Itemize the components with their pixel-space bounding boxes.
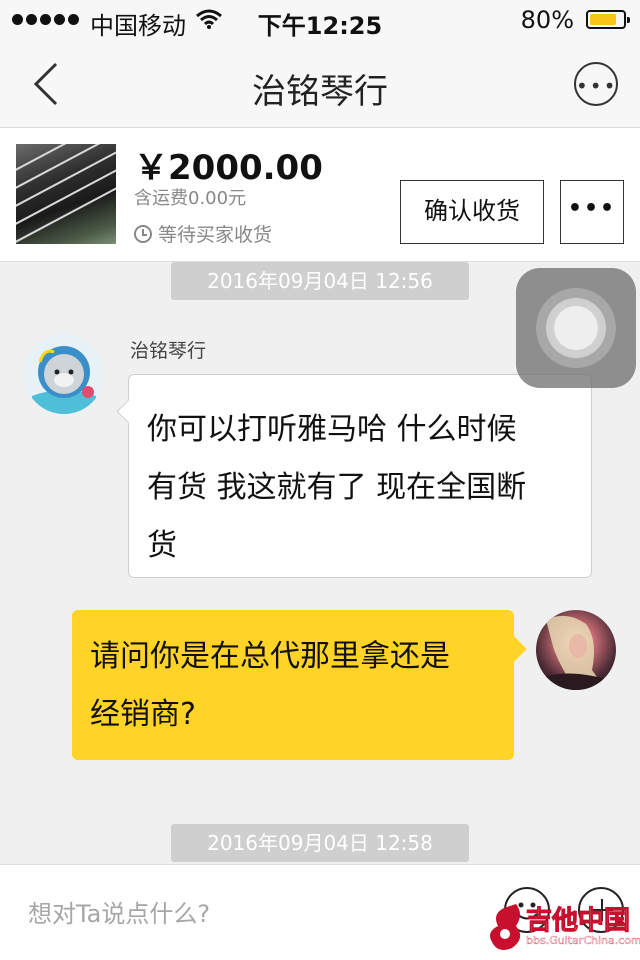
confirm-receipt-button[interactable]: 确认收货: [400, 180, 544, 244]
message-line: 货: [147, 528, 177, 563]
assistive-touch-button[interactable]: [516, 268, 636, 388]
outgoing-message-bubble[interactable]: 请问你是在总代那里拿还是 经销商?: [72, 610, 514, 760]
product-thumbnail[interactable]: [16, 144, 116, 244]
buyer-avatar-image: [536, 615, 616, 690]
buyer-avatar[interactable]: [536, 610, 616, 690]
sender-name: 治铭琴行: [130, 340, 207, 362]
site-watermark: 吉他中国 bbs.GuitarChina.com: [486, 898, 640, 956]
message-line: 请问你是在总代那里拿还是: [90, 639, 450, 674]
message-input[interactable]: [26, 889, 470, 939]
order-more-button[interactable]: •••: [560, 180, 624, 244]
nav-bar: 治铭琴行 •••: [0, 40, 640, 128]
message-timestamp: 2016年09月04日 12:58: [171, 824, 469, 862]
order-summary-bar: ￥2000.00 含运费0.00元 等待买家收货 确认收货 •••: [0, 128, 640, 262]
status-bar: 中国移动 下午12:25 80%: [0, 0, 640, 40]
shipping-fee: 含运费0.00元: [134, 188, 247, 209]
order-status-text: 等待买家收货: [158, 224, 273, 246]
seller-avatar[interactable]: [24, 334, 104, 414]
battery-percentage: 80%: [520, 6, 574, 34]
product-price: ￥2000.00: [134, 148, 323, 188]
clock-icon: [134, 224, 152, 243]
message-line: 你可以打听雅马哈 什么时候: [147, 412, 517, 447]
message-timestamp: 2016年09月04日 12:56: [171, 262, 469, 300]
chevron-left-icon[interactable]: [26, 60, 66, 108]
page-title: 治铭琴行: [252, 72, 388, 112]
message-line: 有货 我这就有了 现在全国断: [147, 470, 527, 505]
seller-avatar-image: [24, 334, 104, 414]
more-circle-icon[interactable]: •••: [574, 62, 618, 106]
message-line: 经销商?: [90, 697, 196, 732]
battery-icon: [586, 10, 630, 29]
incoming-message-bubble[interactable]: 你可以打听雅马哈 什么时候 有货 我这就有了 现在全国断 货: [128, 374, 592, 578]
watermark-url: bbs.GuitarChina.com: [526, 934, 640, 947]
order-status: 等待买家收货: [134, 220, 272, 247]
guitar-logo-icon: [490, 904, 521, 950]
watermark-title: 吉他中国: [525, 906, 631, 937]
battery-level-fill: [590, 14, 616, 25]
